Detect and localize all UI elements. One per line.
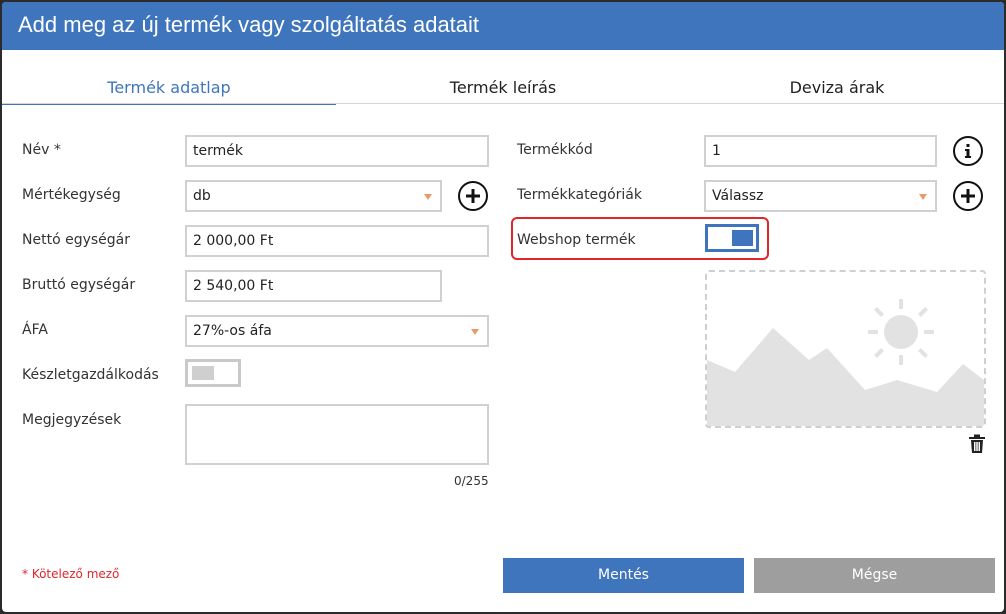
- product-image-dropzone[interactable]: [705, 270, 986, 428]
- categories-select-value: Válassz: [712, 188, 764, 204]
- delete-image-button[interactable]: [968, 434, 986, 454]
- vat-select[interactable]: 27%-os áfa: [185, 315, 489, 347]
- plus-icon: [961, 189, 975, 203]
- toggle-knob: [732, 230, 753, 246]
- vat-label: ÁFA: [22, 322, 48, 338]
- chevron-down-icon: [424, 194, 432, 200]
- tab-divider: [2, 103, 1004, 104]
- add-category-button[interactable]: [953, 181, 983, 211]
- add-unit-button[interactable]: [458, 181, 488, 211]
- chevron-down-icon: [471, 329, 479, 335]
- categories-select[interactable]: Válassz: [704, 180, 937, 212]
- tab-label: Deviza árak: [789, 78, 885, 97]
- net-price-label: Nettó egységár: [22, 232, 130, 248]
- categories-label: Termékkategóriák: [517, 187, 642, 203]
- code-label: Termékkód: [517, 142, 593, 158]
- unit-select[interactable]: db: [185, 180, 442, 212]
- gross-price-input[interactable]: 2 540,00 Ft: [185, 270, 442, 302]
- name-label: Név *: [22, 142, 61, 158]
- gross-price-label: Bruttó egységár: [22, 277, 136, 293]
- tab-label: Termék leírás: [449, 78, 557, 97]
- unit-select-value: db: [193, 188, 211, 204]
- image-placeholder-icon: [707, 299, 984, 426]
- notes-char-counter: 0/255: [454, 474, 489, 488]
- cancel-button[interactable]: Mégse: [754, 558, 995, 593]
- webshop-toggle[interactable]: [705, 224, 759, 252]
- product-code-input[interactable]: 1: [704, 135, 937, 167]
- tab-product-description[interactable]: Termék leírás: [336, 50, 670, 104]
- trash-icon: [969, 434, 985, 453]
- save-button[interactable]: Mentés: [503, 558, 744, 593]
- stock-management-toggle[interactable]: [185, 359, 241, 387]
- toggle-knob: [192, 366, 214, 380]
- product-dialog: Add meg az új termék vagy szolgáltatás a…: [2, 2, 1004, 612]
- notes-label: Megjegyzések: [22, 412, 122, 428]
- net-price-input[interactable]: 2 000,00 Ft: [185, 225, 489, 257]
- tab-bar: Termék adatlap Termék leírás Deviza árak: [2, 50, 1004, 105]
- info-icon: [965, 144, 971, 158]
- chevron-down-icon: [919, 194, 927, 200]
- dialog-title: Add meg az új termék vagy szolgáltatás a…: [18, 12, 480, 37]
- vat-select-value: 27%-os áfa: [193, 323, 272, 339]
- notes-textarea[interactable]: [185, 404, 489, 465]
- webshop-label: Webshop termék: [517, 232, 636, 248]
- unit-label: Mértékegység: [22, 187, 121, 203]
- plus-icon: [466, 189, 480, 203]
- name-input[interactable]: termék: [185, 135, 489, 167]
- tab-label: Termék adatlap: [107, 78, 231, 97]
- info-button[interactable]: [953, 136, 983, 166]
- dialog-titlebar: Add meg az új termék vagy szolgáltatás a…: [2, 2, 1004, 50]
- tab-currency-prices[interactable]: Deviza árak: [670, 50, 1004, 104]
- stock-label: Készletgazdálkodás: [22, 367, 159, 383]
- tab-product-sheet[interactable]: Termék adatlap: [2, 50, 336, 105]
- required-field-note: * Kötelező mező: [22, 567, 120, 581]
